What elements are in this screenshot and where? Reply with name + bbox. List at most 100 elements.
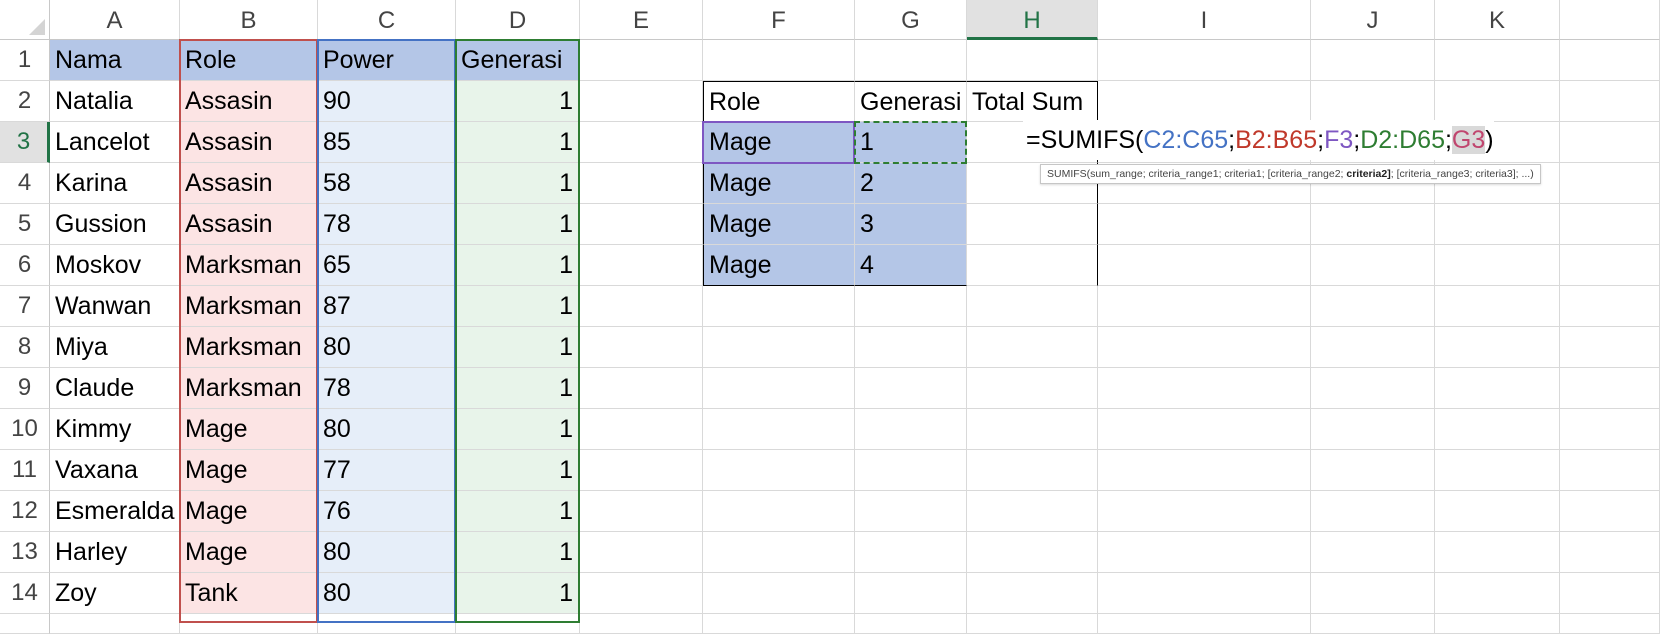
grid-cell[interactable] xyxy=(1560,245,1660,286)
grid-cell[interactable] xyxy=(1435,81,1560,122)
table-cell[interactable]: 77 xyxy=(318,450,456,491)
table-cell[interactable]: 1 xyxy=(456,122,580,163)
table-cell[interactable]: 80 xyxy=(318,573,456,614)
grid-cell[interactable] xyxy=(1311,327,1435,368)
grid-cell[interactable] xyxy=(1435,573,1560,614)
table-cell[interactable]: 65 xyxy=(318,245,456,286)
grid-cell[interactable] xyxy=(580,409,703,450)
grid-cell[interactable] xyxy=(580,368,703,409)
grid-cell[interactable] xyxy=(1435,409,1560,450)
function-argument-tooltip[interactable]: SUMIFS(sum_range; criteria_range1; crite… xyxy=(1040,164,1541,184)
grid-cell[interactable] xyxy=(703,532,855,573)
summary-cell[interactable]: Mage xyxy=(703,163,855,204)
grid-cell[interactable] xyxy=(580,163,703,204)
table-cell[interactable]: Claude xyxy=(50,368,180,409)
summary-header-role[interactable]: Role xyxy=(703,81,855,122)
grid-cell[interactable] xyxy=(1098,532,1311,573)
table-cell[interactable]: Marksman xyxy=(180,245,318,286)
table-cell[interactable]: 78 xyxy=(318,204,456,245)
column-header-b[interactable]: B xyxy=(180,0,318,40)
row-header-1[interactable]: 1 xyxy=(0,40,50,81)
header-cell-power[interactable]: Power xyxy=(318,40,456,81)
table-cell[interactable]: 58 xyxy=(318,163,456,204)
grid-cell[interactable] xyxy=(580,450,703,491)
grid-cell[interactable] xyxy=(50,614,180,634)
table-cell[interactable]: Natalia xyxy=(50,81,180,122)
grid-cell[interactable] xyxy=(1311,573,1435,614)
table-cell[interactable]: Marksman xyxy=(180,286,318,327)
summary-header-total-sum[interactable]: Total Sum xyxy=(967,81,1098,122)
grid-cell[interactable] xyxy=(1560,614,1660,634)
summary-cell[interactable]: Mage xyxy=(703,245,855,286)
table-cell[interactable]: Assasin xyxy=(180,204,318,245)
grid-cell[interactable] xyxy=(1098,204,1311,245)
summary-total-cell[interactable] xyxy=(967,245,1098,286)
row-header-2[interactable]: 2 xyxy=(0,81,50,122)
table-cell[interactable]: Assasin xyxy=(180,163,318,204)
table-cell[interactable]: 1 xyxy=(456,450,580,491)
column-header-i[interactable]: I xyxy=(1098,0,1311,40)
table-cell[interactable]: 1 xyxy=(456,163,580,204)
column-header-j[interactable]: J xyxy=(1311,0,1435,40)
grid-cell[interactable] xyxy=(855,40,967,81)
summary-cell[interactable]: 2 xyxy=(855,163,967,204)
grid-cell[interactable] xyxy=(1435,327,1560,368)
grid-cell[interactable] xyxy=(1098,40,1311,81)
grid-cell[interactable] xyxy=(1560,491,1660,532)
column-header-a[interactable]: A xyxy=(50,0,180,40)
grid-cell[interactable] xyxy=(967,450,1098,491)
grid-cell[interactable] xyxy=(580,204,703,245)
grid-cell[interactable] xyxy=(1311,614,1435,634)
grid-cell[interactable] xyxy=(1560,409,1660,450)
grid-cell[interactable] xyxy=(180,614,318,634)
row-header-9[interactable]: 9 xyxy=(0,368,50,409)
grid-cell[interactable] xyxy=(580,532,703,573)
row-header-14[interactable]: 14 xyxy=(0,573,50,614)
grid-cell[interactable] xyxy=(1098,286,1311,327)
row-header-7[interactable]: 7 xyxy=(0,286,50,327)
grid-cell[interactable] xyxy=(703,409,855,450)
summary-cell[interactable]: Mage xyxy=(703,122,855,163)
grid-cell[interactable] xyxy=(1435,368,1560,409)
row-header-5[interactable]: 5 xyxy=(0,204,50,245)
grid-cell[interactable] xyxy=(855,532,967,573)
grid-cell[interactable] xyxy=(967,40,1098,81)
grid-cell[interactable] xyxy=(1311,245,1435,286)
select-all-corner[interactable] xyxy=(0,0,50,40)
table-cell[interactable]: 1 xyxy=(456,573,580,614)
grid-cell[interactable] xyxy=(1098,368,1311,409)
table-cell[interactable]: Vaxana xyxy=(50,450,180,491)
table-cell[interactable]: Kimmy xyxy=(50,409,180,450)
row-header-11[interactable]: 11 xyxy=(0,450,50,491)
grid-cell[interactable] xyxy=(855,327,967,368)
table-cell[interactable]: 1 xyxy=(456,245,580,286)
summary-cell[interactable]: Mage xyxy=(703,204,855,245)
table-cell[interactable]: Gussion xyxy=(50,204,180,245)
summary-cell[interactable]: 3 xyxy=(855,204,967,245)
grid-cell[interactable] xyxy=(580,81,703,122)
table-cell[interactable]: 87 xyxy=(318,286,456,327)
grid-cell[interactable] xyxy=(1098,450,1311,491)
grid-cell[interactable] xyxy=(580,327,703,368)
grid-cell[interactable] xyxy=(967,327,1098,368)
grid-cell[interactable] xyxy=(1560,573,1660,614)
header-cell-role[interactable]: Role xyxy=(180,40,318,81)
grid-cell[interactable] xyxy=(1098,573,1311,614)
summary-cell[interactable]: 4 xyxy=(855,245,967,286)
table-cell[interactable]: Esmeralda xyxy=(50,491,180,532)
grid-cell[interactable] xyxy=(580,491,703,532)
grid-cell[interactable] xyxy=(1560,81,1660,122)
grid-cell[interactable] xyxy=(855,409,967,450)
grid-cell[interactable] xyxy=(456,614,580,634)
table-cell[interactable]: Mage xyxy=(180,409,318,450)
grid-cell[interactable] xyxy=(1435,491,1560,532)
grid-cell[interactable] xyxy=(1560,204,1660,245)
grid-cell[interactable] xyxy=(855,450,967,491)
summary-header-generasi[interactable]: Generasi xyxy=(855,81,967,122)
row-header-4[interactable]: 4 xyxy=(0,163,50,204)
grid-cell[interactable] xyxy=(967,368,1098,409)
table-cell[interactable]: 1 xyxy=(456,491,580,532)
grid-cell[interactable] xyxy=(1098,327,1311,368)
grid-cell[interactable] xyxy=(703,368,855,409)
header-cell-nama[interactable]: Nama xyxy=(50,40,180,81)
